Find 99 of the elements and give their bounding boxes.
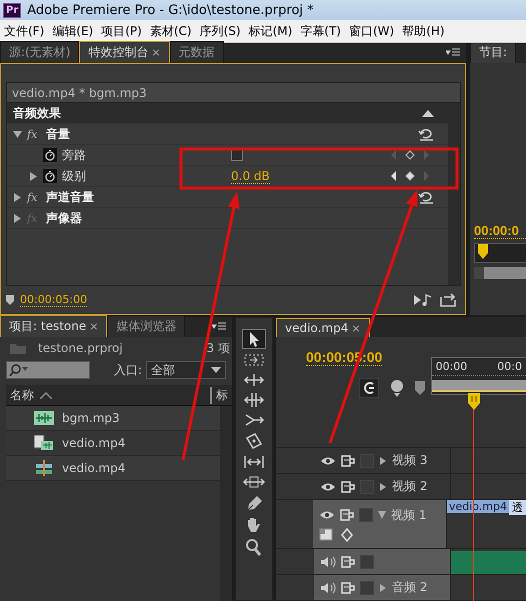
disclosure-triangle-icon[interactable]: [379, 582, 387, 592]
track-label: 视频 1: [391, 506, 427, 524]
panel-menu-icon[interactable]: [212, 322, 226, 332]
clip-name: vedio.mp4 * bgm.mp3: [12, 86, 147, 100]
marker-icon: [6, 295, 14, 305]
video-clip[interactable]: 透: [509, 500, 526, 515]
stopwatch-icon[interactable]: [43, 169, 57, 183]
menu-item[interactable]: 文件(F): [4, 22, 44, 40]
disclosure-triangle-icon[interactable]: [379, 456, 387, 466]
track-label: 音频 2: [392, 579, 428, 596]
snap-icon[interactable]: [358, 378, 379, 398]
speaker-icon[interactable]: [320, 556, 336, 568]
item-count: 3 项: [206, 340, 230, 356]
project-item[interactable]: bgm.mp3: [6, 406, 220, 431]
keyframe-navigator-icon[interactable]: [390, 149, 430, 161]
effect-name: 音量: [46, 126, 70, 142]
eye-icon[interactable]: [320, 482, 336, 492]
column-header[interactable]: 标: [210, 386, 228, 404]
menu-item[interactable]: 项目(P): [101, 22, 142, 40]
menu-item[interactable]: 窗口(W): [348, 22, 394, 40]
effect-name: 声道音量: [46, 188, 94, 206]
disclosure-triangle-icon[interactable]: [378, 510, 386, 520]
project-file-name: testone.prproj: [38, 341, 123, 355]
disclosure-triangle-icon[interactable]: [13, 214, 22, 222]
sequence-tab[interactable]: vedio.mp4 ×: [276, 318, 370, 337]
ruler-label: 00:0: [497, 360, 522, 373]
disclosure-triangle-icon[interactable]: [13, 130, 22, 138]
timecode[interactable]: 00:00:0: [474, 223, 526, 239]
search-field[interactable]: [6, 361, 90, 379]
window-title: Adobe Premiere Pro - G:\ido\testone.prproj *: [27, 2, 314, 18]
rolling-edit-tool-icon[interactable]: [243, 392, 265, 408]
panel-tab[interactable]: 源:(无素材): [0, 41, 80, 63]
app-logo: Pr: [3, 2, 22, 18]
panel-tab[interactable]: 项目: testone ×: [0, 315, 108, 337]
parameter-name: 级别: [62, 168, 87, 184]
eye-icon[interactable]: [320, 456, 336, 466]
column-header[interactable]: 名称: [10, 386, 34, 404]
playhead-icon[interactable]: [477, 244, 489, 260]
display-style-icon[interactable]: [319, 528, 336, 542]
ripple-edit-tool-icon[interactable]: [243, 372, 265, 388]
entry-dropdown[interactable]: 全部: [146, 361, 226, 379]
time-ruler[interactable]: 00:00 00:0: [430, 357, 526, 395]
marker-bulb-icon[interactable]: [388, 379, 405, 397]
playhead-icon[interactable]: [467, 393, 481, 411]
panel-tab[interactable]: 特效控制台 ×: [79, 41, 170, 63]
keyframe-navigator-icon[interactable]: [390, 170, 430, 182]
track-header[interactable]: 音频 2: [314, 575, 451, 600]
fx-icon[interactable]: fx: [27, 190, 41, 204]
speaker-icon[interactable]: [320, 582, 336, 594]
reset-icon[interactable]: [418, 190, 434, 204]
sequence-icon: [34, 460, 54, 476]
search-icon: [9, 364, 29, 376]
panel-tab[interactable]: 节目:: [470, 43, 516, 63]
marker-icon[interactable]: [414, 381, 425, 395]
fx-icon[interactable]: fx: [27, 128, 41, 140]
reset-icon[interactable]: [418, 127, 434, 141]
entry-label: 入口:: [114, 362, 142, 378]
track-header[interactable]: 视频 1: [313, 500, 447, 548]
slide-tool-icon[interactable]: [243, 474, 265, 490]
menu-item[interactable]: 标记(M): [248, 22, 292, 40]
ruler-label: 00:00: [436, 360, 468, 373]
folder-icon: [10, 342, 26, 354]
time-ruler[interactable]: [474, 243, 526, 263]
menu-item[interactable]: 素材(C): [150, 22, 192, 40]
track-label: 视频 3: [392, 452, 428, 469]
disclosure-triangle-icon[interactable]: [13, 192, 22, 202]
parameter-name: 旁路: [62, 146, 87, 164]
panel-tab[interactable]: 媒体浏览器: [107, 315, 186, 337]
audio-clip[interactable]: [451, 551, 526, 574]
menu-item[interactable]: 字幕(T): [300, 22, 341, 40]
audio-play-icon[interactable]: [413, 293, 433, 307]
panel-menu-icon[interactable]: [446, 48, 460, 58]
disclosure-triangle-icon[interactable]: [29, 172, 38, 180]
effect-name: 声像器: [46, 210, 82, 226]
scrollbar[interactable]: [448, 103, 460, 285]
menu-item[interactable]: 帮助(H): [402, 22, 445, 40]
video-file-icon: [34, 435, 54, 451]
export-icon[interactable]: [439, 293, 457, 307]
section-title: 音频效果: [13, 104, 62, 122]
menu-item[interactable]: 编辑(E): [52, 22, 94, 40]
stopwatch-icon[interactable]: [43, 148, 57, 162]
sort-caret-icon[interactable]: [40, 392, 52, 398]
menu-item[interactable]: 序列(S): [200, 22, 241, 40]
rate-stretch-tool-icon[interactable]: [243, 412, 265, 428]
level-value[interactable]: 0.0 dB: [231, 168, 270, 184]
eye-icon[interactable]: [319, 510, 336, 520]
panel-tab[interactable]: 元数据: [170, 41, 224, 63]
slip-tool-icon[interactable]: [243, 454, 265, 470]
razor-tool-icon[interactable]: [243, 432, 265, 450]
timecode[interactable]: 00:00:05:00: [20, 293, 88, 307]
track-label: 视频 2: [392, 478, 428, 495]
track-select-tool-icon[interactable]: [243, 352, 265, 368]
disclosure-triangle-icon[interactable]: [379, 482, 387, 492]
audio-file-icon: [34, 411, 54, 425]
dropdown-caret-icon[interactable]: [211, 367, 221, 373]
collapse-icon[interactable]: [422, 109, 434, 117]
selection-tool-icon[interactable]: [243, 330, 265, 348]
scrollbar[interactable]: [220, 406, 232, 601]
project-item[interactable]: vedio.mp4: [6, 456, 220, 481]
